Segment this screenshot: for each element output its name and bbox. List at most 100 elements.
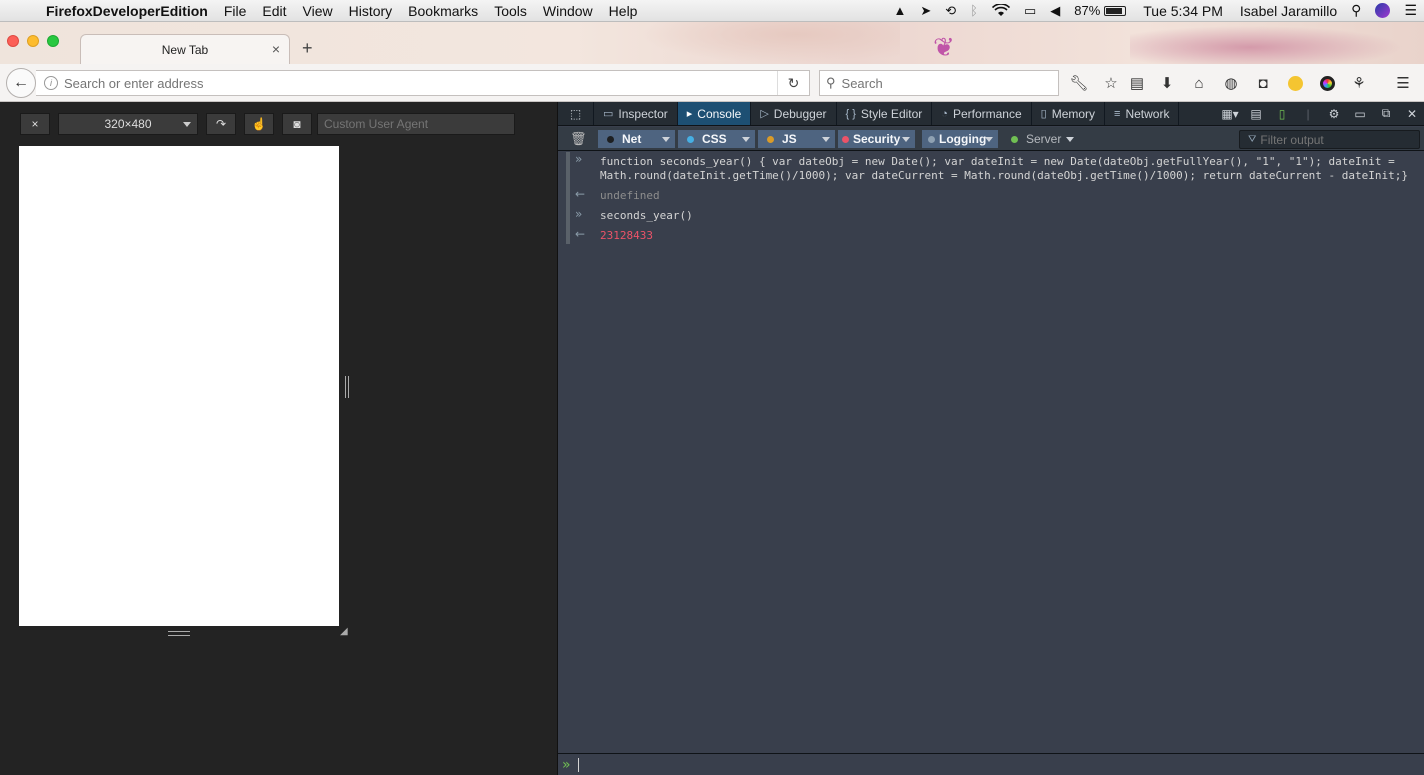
device-viewport[interactable] [19, 146, 339, 626]
clear-console-trash-icon[interactable]: 🗑︎ [570, 131, 587, 147]
menu-edit[interactable]: Edit [254, 3, 294, 19]
menu-bookmarks[interactable]: Bookmarks [400, 3, 486, 19]
wifi-icon[interactable] [985, 4, 1017, 17]
screenshot-button[interactable]: ◙ [282, 113, 312, 135]
settings-gear-icon[interactable]: ⚙ [1321, 107, 1347, 121]
console-output-number[interactable]: 23128433 [600, 229, 1410, 243]
battery-status[interactable]: 87% [1067, 3, 1133, 18]
notification-center-icon[interactable]: ☰ [1397, 2, 1424, 19]
pocket-icon[interactable]: ◘ [1252, 73, 1274, 93]
console-input-line-continued: Math.round(dateInit.getTime()/1000); var… [600, 169, 1408, 182]
tab-memory[interactable]: ▯ Memory [1032, 102, 1106, 125]
menu-history[interactable]: History [341, 3, 401, 19]
console-input-line: function seconds_year() { var dateObj = … [600, 155, 1395, 168]
new-tab-button[interactable]: + [302, 38, 313, 59]
tab-new-tab[interactable]: New Tab × [80, 34, 290, 64]
user-name[interactable]: Isabel Jaramillo [1233, 3, 1344, 19]
time-machine-icon[interactable]: ⟲ [938, 3, 963, 19]
viewport-height-resize-handle[interactable] [168, 631, 190, 636]
user-agent-input[interactable] [317, 113, 515, 135]
tab-debugger[interactable]: ▷ Debugger [751, 102, 837, 125]
rdm-size-select[interactable]: 320×480 [58, 113, 198, 135]
filter-output-box[interactable]: ⛛ [1239, 130, 1420, 149]
globe-icon[interactable]: ◍ [1220, 73, 1242, 93]
tab-inspector[interactable]: ▭ Inspector [594, 102, 678, 125]
chevron-down-icon [662, 137, 670, 142]
dock-side-icon[interactable]: ▭ [1347, 107, 1373, 121]
extension-icon[interactable]: ⚘ [1348, 73, 1370, 93]
chevron-down-icon [985, 137, 993, 142]
reload-icon[interactable]: ↻ [777, 71, 809, 95]
hamburger-menu-icon[interactable]: ☰ [1392, 73, 1414, 93]
home-icon[interactable]: ⌂ [1188, 73, 1210, 93]
downloads-icon[interactable]: ⬇ [1156, 73, 1178, 93]
filter-server[interactable]: Server [1002, 130, 1079, 148]
rotate-button[interactable]: ↷ [206, 113, 236, 135]
tab-performance[interactable]: ◔ Performance [932, 102, 1032, 125]
search-input[interactable] [841, 75, 1042, 91]
location-icon[interactable]: ➤ [913, 3, 938, 19]
clock[interactable]: Tue 5:34 PM [1133, 3, 1233, 19]
site-info-icon[interactable]: i [44, 76, 58, 90]
airplay-icon[interactable]: ▭ [1017, 3, 1043, 19]
console-output-undefined: undefined [600, 189, 660, 202]
filter-net[interactable]: Net [598, 130, 675, 148]
viewport-corner-resize-handle[interactable]: ◢ [340, 627, 350, 637]
frame-select-icon[interactable]: ▦▾ [1217, 107, 1243, 121]
tab-console[interactable]: ▸ Console [677, 102, 752, 125]
filter-security[interactable]: Security [838, 130, 915, 148]
developer-wrench-icon[interactable]: 🔧︎ [1068, 73, 1090, 93]
tab-network[interactable]: ≡ Network [1105, 102, 1180, 125]
bookmark-star-icon[interactable]: ☆ [1100, 73, 1122, 93]
rdm-close-button[interactable]: × [20, 113, 50, 135]
menu-help[interactable]: Help [601, 3, 646, 19]
menu-tools[interactable]: Tools [486, 3, 535, 19]
theme-flower [1130, 22, 1424, 64]
filter-label: Logging [939, 132, 987, 146]
filter-js[interactable]: JS [758, 130, 835, 148]
url-bar[interactable]: i ↻ [36, 70, 810, 96]
window-minimize-button[interactable] [27, 35, 39, 47]
filter-label: Net [622, 132, 642, 146]
back-button[interactable]: ← [6, 68, 36, 98]
menu-app-name[interactable]: FirefoxDeveloperEdition [40, 3, 216, 19]
bluetooth-icon[interactable]: ᛒ [963, 3, 985, 18]
spotlight-icon[interactable]: ⚲ [1344, 2, 1368, 19]
undock-window-icon[interactable]: ⧉ [1373, 106, 1399, 121]
menu-view[interactable]: View [295, 3, 341, 19]
console-input[interactable]: » [558, 753, 1424, 775]
url-input[interactable] [64, 75, 764, 91]
network-icon: ≡ [1114, 107, 1121, 120]
security-dot-icon [842, 135, 849, 143]
filter-css[interactable]: CSS [678, 130, 755, 148]
output-arrow-icon: ← [575, 227, 586, 241]
viewport-width-resize-handle[interactable] [345, 376, 349, 398]
scratchpad-icon[interactable]: ▤ [1243, 107, 1269, 121]
console-input-line: seconds_year() [600, 209, 693, 222]
menu-file[interactable]: File [216, 3, 255, 19]
drive-icon[interactable]: ▲ [886, 3, 913, 18]
bookmarks-menu-icon[interactable]: ▤ [1126, 73, 1148, 93]
inspector-icon: ▭ [603, 108, 614, 120]
emoji-extension-icon[interactable] [1284, 73, 1306, 93]
filter-output-input[interactable] [1260, 132, 1411, 147]
window-close-button[interactable] [7, 35, 19, 47]
element-picker-button[interactable]: ⬚ [558, 102, 594, 125]
siri-icon[interactable] [1368, 3, 1397, 18]
touch-simulation-button[interactable]: ☝ [244, 113, 274, 135]
filter-logging[interactable]: Logging [922, 130, 998, 148]
window-zoom-button[interactable] [47, 35, 59, 47]
close-devtools-icon[interactable]: ✕ [1399, 107, 1424, 121]
color-picker-extension-icon[interactable] [1316, 73, 1338, 93]
chevron-down-icon [183, 122, 191, 127]
search-bar[interactable]: ⚲ [819, 70, 1059, 96]
filter-funnel-icon: ⛛ [1248, 134, 1257, 145]
tab-close-icon[interactable]: × [272, 41, 280, 57]
console-output[interactable]: » function seconds_year() { var dateObj … [558, 152, 1424, 752]
output-arrow-icon: ← [575, 187, 586, 201]
volume-icon[interactable]: ◀ [1043, 3, 1067, 19]
css-dot-icon [687, 135, 694, 143]
menu-window[interactable]: Window [535, 3, 601, 19]
responsive-mode-icon[interactable]: ▯ [1269, 107, 1295, 121]
tab-style-editor[interactable]: { } Style Editor [837, 102, 933, 125]
